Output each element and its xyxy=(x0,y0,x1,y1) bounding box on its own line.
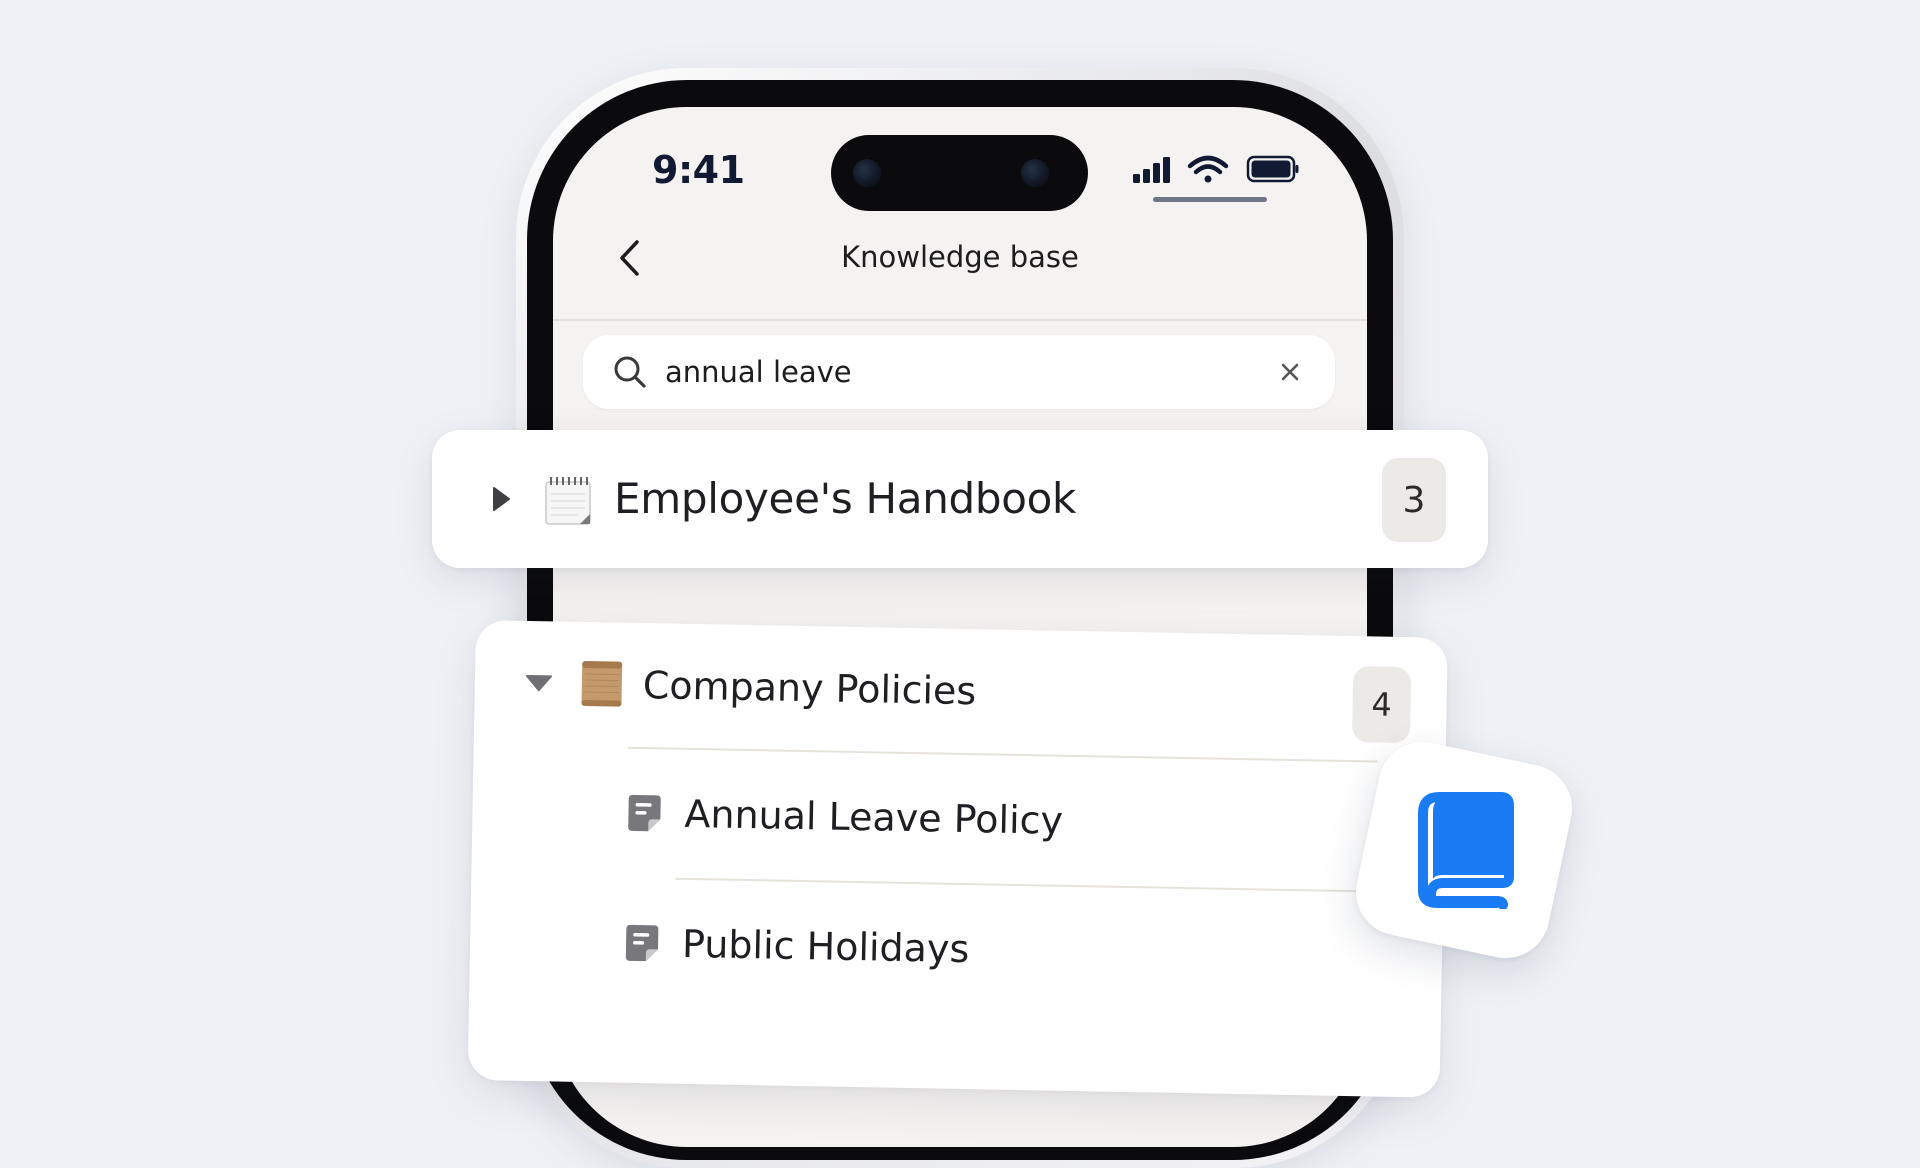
divider xyxy=(627,746,1378,763)
result-card-handbook[interactable]: Employee's Handbook 3 xyxy=(432,430,1488,568)
signal-icon xyxy=(1133,157,1170,183)
chevron-left-icon xyxy=(620,240,639,276)
island-lens-left xyxy=(853,159,881,187)
back-button[interactable] xyxy=(608,236,652,280)
close-icon xyxy=(1281,363,1299,381)
dynamic-island xyxy=(831,135,1088,211)
result-title: Employee's Handbook xyxy=(614,474,1077,523)
caret-right-icon[interactable] xyxy=(490,486,512,512)
list-item-label: Annual Leave Policy xyxy=(684,791,1064,843)
scroll-icon xyxy=(581,661,623,707)
island-lens-right xyxy=(1021,159,1049,187)
list-item-public-holidays[interactable]: Public Holidays xyxy=(624,913,970,979)
divider xyxy=(675,877,1376,893)
status-icons xyxy=(1130,152,1300,188)
result-title: Company Policies xyxy=(642,663,977,714)
list-item-annual-leave-policy[interactable]: Annual Leave Policy xyxy=(626,783,1064,851)
app-icon xyxy=(1347,733,1581,967)
document-icon xyxy=(628,794,661,832)
status-time: 9:41 xyxy=(652,148,745,192)
home-indicator xyxy=(1153,197,1267,202)
nav-divider xyxy=(553,319,1367,321)
wifi-icon xyxy=(1187,155,1229,183)
notepad-icon xyxy=(545,477,591,525)
battery-icon xyxy=(1246,155,1299,183)
document-icon xyxy=(625,924,659,962)
count-badge: 3 xyxy=(1382,458,1446,542)
search-bar[interactable] xyxy=(583,335,1335,409)
clear-search-button[interactable] xyxy=(1275,357,1305,387)
list-item-label: Public Holidays xyxy=(681,921,970,972)
book-icon xyxy=(1418,792,1514,909)
caret-down-icon[interactable] xyxy=(525,673,553,694)
search-input[interactable] xyxy=(665,351,1225,393)
count-badge: 4 xyxy=(1351,666,1412,744)
result-card-policies[interactable]: Company Policies 4 Annual Leave Policy P… xyxy=(467,620,1448,1098)
page-title: Knowledge base xyxy=(841,240,1079,274)
search-icon xyxy=(614,356,646,388)
